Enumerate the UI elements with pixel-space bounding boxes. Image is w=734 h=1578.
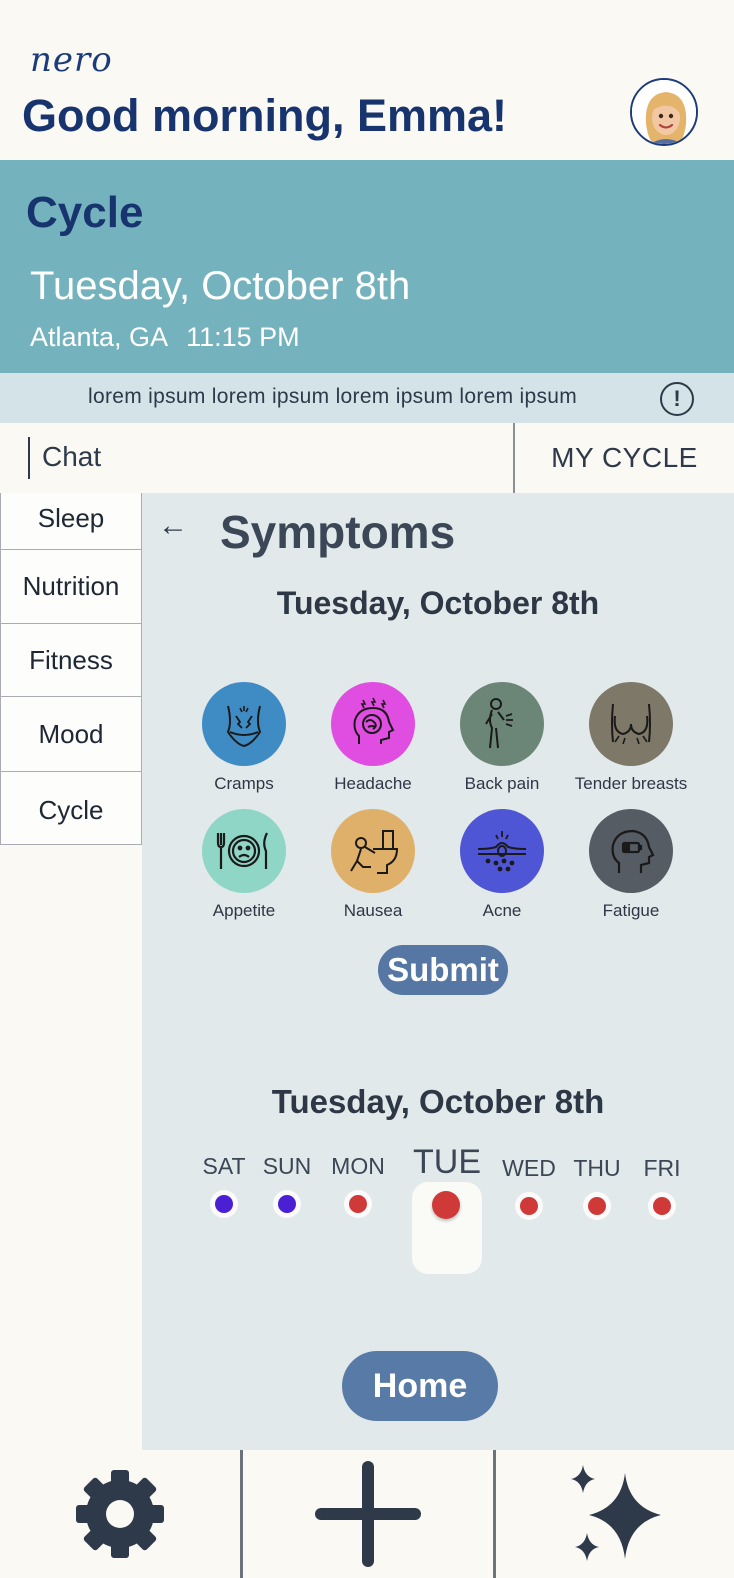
day-label: FRI — [643, 1155, 681, 1181]
symptom-fatigue[interactable]: Fatigue — [566, 809, 696, 921]
symptom-label: Nausea — [343, 901, 403, 920]
alert-icon[interactable]: ! — [660, 382, 694, 416]
app-logo: nero — [30, 40, 113, 80]
selected-cycle-dot — [432, 1191, 460, 1219]
greeting-title: Good morning, Emma! — [22, 90, 508, 141]
symptom-label: Acne — [482, 901, 522, 920]
day-mon[interactable]: MON — [326, 1153, 390, 1218]
day-thu[interactable]: THU — [565, 1155, 629, 1220]
cycle-dot — [583, 1192, 611, 1220]
symptom-label: Cramps — [214, 774, 274, 793]
sidebar-item-mood[interactable]: Mood — [0, 697, 142, 772]
symptom-back-pain[interactable]: Back pain — [437, 682, 567, 794]
appetite-icon — [202, 809, 286, 893]
day-fri[interactable]: FRI — [630, 1155, 694, 1220]
nausea-icon — [331, 809, 415, 893]
tab-bar: Chat MY CYCLE — [0, 423, 734, 493]
back-pain-icon — [460, 682, 544, 766]
submit-button[interactable]: Submit — [378, 945, 508, 995]
info-strip: lorem ipsum lorem ipsum lorem ipsum lore… — [0, 373, 734, 423]
cycle-dot — [273, 1190, 301, 1218]
settings-button[interactable] — [0, 1450, 240, 1578]
fatigue-icon — [589, 809, 673, 893]
symptom-nausea[interactable]: Nausea — [308, 809, 438, 921]
day-tue[interactable]: TUE — [411, 1143, 483, 1182]
day-wed[interactable]: WED — [497, 1155, 561, 1220]
day-label: TUE — [413, 1143, 481, 1181]
cycle-dot — [344, 1190, 372, 1218]
ai-button[interactable] — [496, 1450, 734, 1578]
gear-icon — [76, 1470, 164, 1558]
cramps-icon — [202, 682, 286, 766]
back-arrow-icon[interactable]: ← — [158, 509, 188, 543]
symptom-headache[interactable]: Headache — [308, 682, 438, 794]
avatar-icon — [632, 80, 696, 144]
tender-breasts-icon — [589, 682, 673, 766]
day-label: MON — [331, 1153, 385, 1179]
week-date: Tuesday, October 8th — [271, 1083, 605, 1120]
plus-icon — [315, 1461, 421, 1567]
day-label: SAT — [202, 1153, 246, 1179]
symptom-label: Fatigue — [602, 901, 660, 920]
sidebar-item-cycle[interactable]: Cycle — [0, 772, 142, 845]
sparkle-icon — [571, 1465, 661, 1561]
symptom-cramps[interactable]: Cramps — [179, 682, 309, 794]
avatar[interactable] — [630, 78, 698, 146]
symptoms-date: Tuesday, October 8th — [276, 585, 600, 621]
info-text: lorem ipsum lorem ipsum lorem ipsum lore… — [88, 385, 578, 408]
day-label: SUN — [262, 1153, 312, 1179]
bottom-nav — [0, 1450, 734, 1578]
cycle-location-time: Atlanta, GA 11:15 PM — [30, 322, 300, 353]
symptom-appetite[interactable]: Appetite — [179, 809, 309, 921]
cycle-dot — [648, 1192, 676, 1220]
cycle-dot — [515, 1192, 543, 1220]
symptoms-title: Symptoms — [220, 506, 456, 558]
symptom-label: Headache — [334, 774, 412, 793]
cycle-banner: Cycle Tuesday, October 8th Atlanta, GA 11… — [0, 160, 734, 373]
symptom-label: Appetite — [212, 901, 276, 920]
day-label: WED — [502, 1155, 556, 1181]
add-button[interactable] — [243, 1450, 493, 1578]
time-text: 11:15 PM — [186, 322, 300, 352]
tab-chat[interactable]: Chat — [28, 437, 101, 479]
tab-my-cycle[interactable]: MY CYCLE — [515, 423, 734, 493]
symptom-acne[interactable]: Acne — [437, 809, 567, 921]
header: nero Good morning, Emma! — [0, 0, 734, 160]
sidebar: Sleep Nutrition Fitness Mood Cycle — [0, 493, 142, 845]
day-sat[interactable]: SAT — [192, 1153, 256, 1218]
day-label: THU — [573, 1155, 621, 1181]
location-text: Atlanta, GA — [30, 322, 169, 352]
symptoms-panel: ← Symptoms Tuesday, October 8th Cramps H… — [142, 493, 734, 1450]
symptom-tender-breasts[interactable]: Tender breasts — [566, 682, 696, 794]
sidebar-item-fitness[interactable]: Fitness — [0, 624, 142, 697]
cycle-dot — [210, 1190, 238, 1218]
headache-icon — [331, 682, 415, 766]
symptom-label: Back pain — [464, 774, 540, 793]
symptom-label: Tender breasts — [574, 774, 688, 793]
home-button[interactable]: Home — [342, 1351, 498, 1421]
sidebar-item-nutrition[interactable]: Nutrition — [0, 550, 142, 624]
cycle-title: Cycle — [26, 188, 144, 237]
sidebar-item-sleep[interactable]: Sleep — [0, 493, 142, 550]
acne-icon — [460, 809, 544, 893]
day-sun[interactable]: SUN — [255, 1153, 319, 1218]
cycle-date: Tuesday, October 8th — [30, 264, 411, 308]
